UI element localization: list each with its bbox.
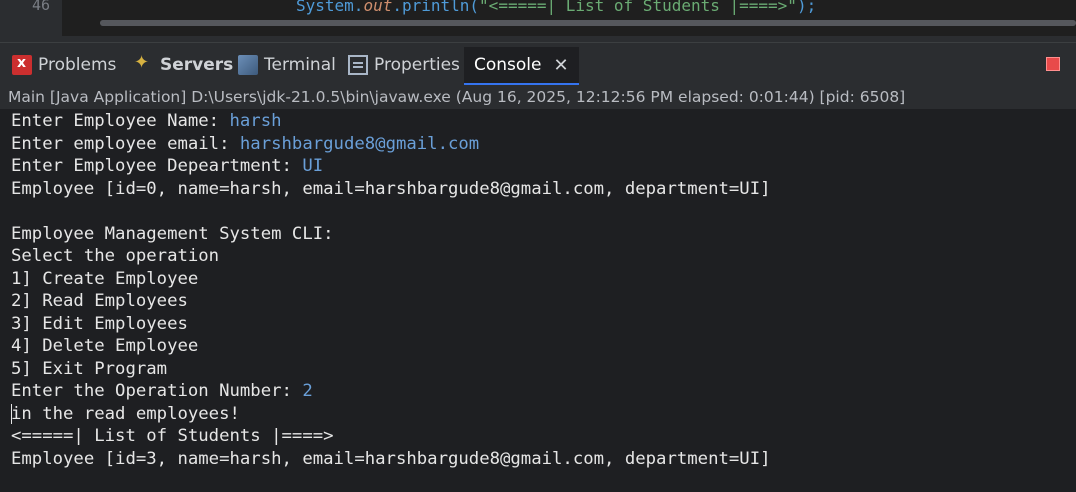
console-line: 2] Read Employees (11, 291, 188, 311)
tab-terminal[interactable]: Terminal (238, 49, 336, 81)
console-line: 5] Exit Program (11, 358, 168, 379)
console-line: Enter Employee Depeartment: UI (11, 156, 324, 176)
console-line: Select the operation (11, 246, 220, 266)
line-number: 46 (32, 0, 51, 14)
scrollbar-thumb[interactable] (100, 20, 1076, 26)
code-editor[interactable]: 46 System.out.println("<=====| List of S… (0, 0, 1076, 36)
console-line: in the read employees! (11, 403, 240, 424)
console-line: Employee Management System CLI: (11, 223, 334, 244)
console-line: Employee [id=3, name=harsh, email=harshb… (11, 448, 771, 469)
problems-icon (12, 55, 32, 75)
console-line: Employee [id=0, name=harsh, email=harshb… (11, 178, 771, 199)
code-prefix: System. (296, 0, 364, 15)
view-tab-bar: Problems Servers Terminal Properties Con… (0, 42, 1076, 173)
tab-console-label: Console (474, 55, 542, 75)
tab-servers-label: Servers (160, 55, 234, 75)
console-line: Enter Employee Name: harsh (11, 111, 282, 131)
tab-properties[interactable]: Properties (348, 49, 460, 81)
console-output[interactable]: Enter Employee Name: harsh Enter employe… (0, 110, 1076, 492)
terminal-icon (238, 55, 258, 75)
line-gutter: 46 (0, 0, 62, 36)
tab-properties-label: Properties (374, 55, 460, 75)
close-icon[interactable]: ✕ (554, 55, 569, 76)
code-suffix: ); (796, 0, 817, 15)
tab-problems[interactable]: Problems (12, 49, 116, 81)
code-line[interactable]: System.out.println("<=====| List of Stud… (296, 0, 816, 15)
code-string: "<=====| List of Students |====>" (479, 0, 797, 15)
code-keyword: out (363, 0, 393, 15)
code-middle: .println( (392, 0, 480, 15)
console-line: Enter the Operation Number: 2 (11, 381, 313, 401)
launch-status: Main [Java Application] D:\Users\jdk-21.… (0, 86, 1076, 109)
tab-problems-label: Problems (38, 55, 117, 75)
console-line: 3] Edit Employees (11, 313, 188, 334)
properties-icon (348, 55, 368, 75)
tab-terminal-label: Terminal (264, 55, 336, 75)
horizontal-scrollbar[interactable] (100, 20, 1076, 26)
console-line: 4] Delete Employee (11, 336, 199, 356)
maximize-icon[interactable] (1046, 57, 1060, 71)
servers-icon (134, 52, 154, 75)
tab-servers[interactable]: Servers (134, 49, 233, 81)
console-line: <=====| List of Students |====> (11, 426, 334, 446)
tab-console[interactable]: Console ✕ (464, 47, 579, 173)
console-line: 1] Create Employee (11, 268, 199, 289)
console-line: Enter employee email: harshbargude8@gmai… (11, 133, 480, 154)
